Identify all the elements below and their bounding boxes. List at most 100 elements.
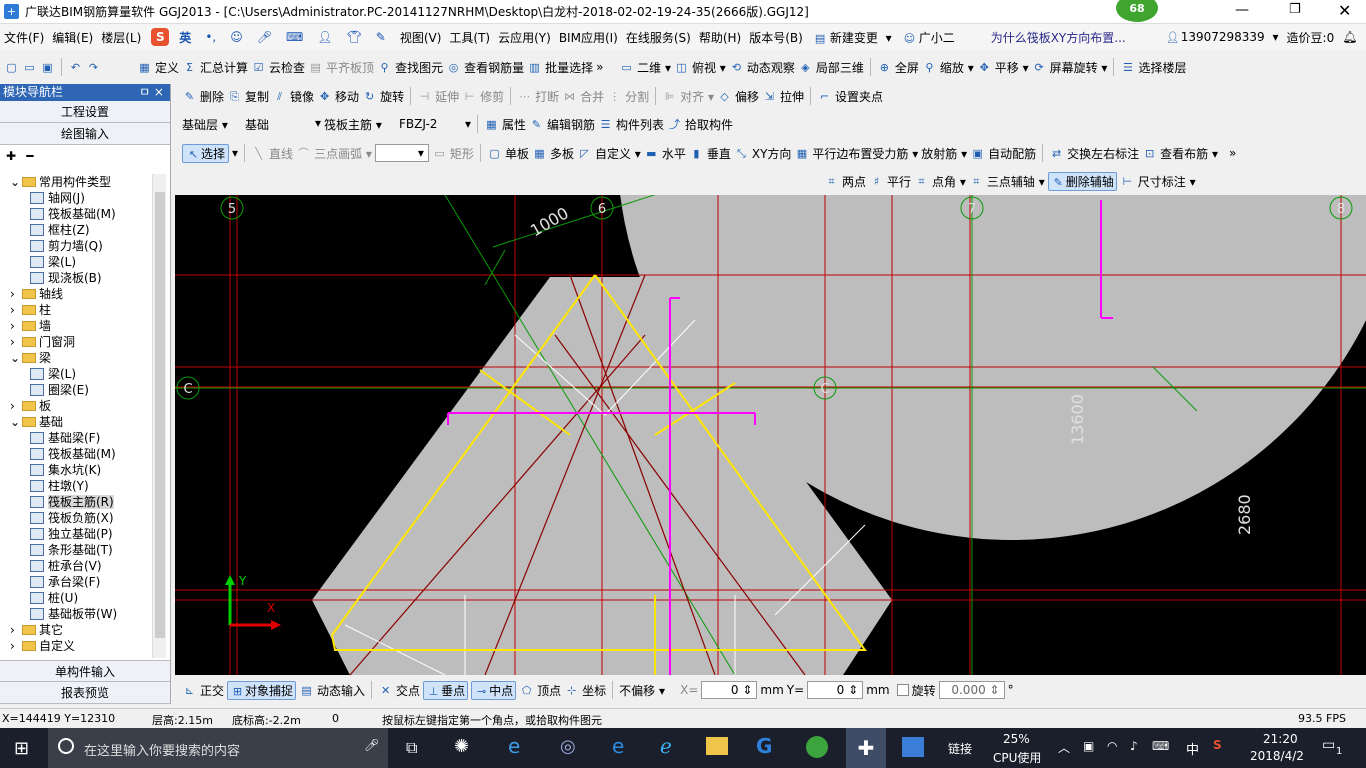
link-label[interactable]: 链接	[948, 740, 972, 757]
notification-icon[interactable]: ▭	[1322, 737, 1335, 753]
redo-icon[interactable]: ↷	[86, 60, 101, 75]
layer-select[interactable]: 基础层 ▾	[182, 116, 242, 133]
tree-item[interactable]: 梁(L)	[6, 254, 152, 270]
mic-icon[interactable]: 🎤︎	[364, 738, 379, 752]
menu-cloud[interactable]: 云应用(Y)	[494, 29, 555, 46]
tree-item[interactable]: 筏板主筋(R)	[6, 494, 152, 510]
zoom-select[interactable]: 缩放 ▾	[940, 59, 974, 76]
bell-icon[interactable]: 🔔︎	[1338, 30, 1361, 44]
view-2d-select[interactable]: 二维 ▾	[637, 59, 671, 76]
delete-button[interactable]: 删除	[200, 88, 224, 105]
explorer-icon[interactable]	[706, 737, 728, 755]
tree-item[interactable]: 条形基础(T)	[6, 542, 152, 558]
tree-item[interactable]: 桩承台(V)	[6, 558, 152, 574]
expand-icon[interactable]: ›	[10, 302, 22, 318]
mirror-button[interactable]: 镜像	[290, 88, 314, 105]
sogou-tray-icon[interactable]: S	[1213, 738, 1222, 752]
horizontal-button[interactable]: 水平	[662, 145, 686, 162]
cloud-check-button[interactable]: 云检查	[269, 59, 305, 76]
cad-drawing[interactable]: 1000 13600 2680 5 6 7 8 C C Y X	[175, 0, 1366, 695]
tree-item[interactable]: 独立基础(P)	[6, 526, 152, 542]
edge-icon[interactable]: e	[508, 734, 520, 758]
dimension-select[interactable]: 尺寸标注 ▾	[1138, 173, 1196, 190]
midpoint-button[interactable]: ⊸ 中点	[471, 680, 517, 700]
point-angle-select[interactable]: 点角 ▾	[932, 173, 966, 190]
offset-button[interactable]: 偏移	[735, 88, 759, 105]
three-point-select[interactable]: 三点辅轴 ▾	[987, 173, 1045, 190]
rotate-checkbox[interactable]	[896, 684, 909, 696]
multi-slab-button[interactable]: 多板	[550, 145, 574, 162]
expand-icon[interactable]: ›	[10, 334, 22, 350]
tree-folder[interactable]: ⌄ 基础	[6, 414, 152, 430]
task-view-icon[interactable]: ⧉	[406, 738, 417, 758]
parallel-button[interactable]: 平行	[887, 173, 911, 190]
expand-icon[interactable]: ›	[10, 398, 22, 414]
menu-version[interactable]: 版本号(B)	[745, 29, 807, 46]
radial-select[interactable]: 放射筋 ▾	[921, 145, 967, 162]
collapse-icon[interactable]: ⌄	[10, 350, 22, 366]
menu-edit[interactable]: 编辑(E)	[48, 29, 97, 46]
define-button[interactable]: 定义	[155, 59, 179, 76]
expand-icon[interactable]: ›	[10, 638, 22, 654]
rect-button[interactable]: 矩形	[450, 145, 474, 162]
tree-folder[interactable]: › 自定义	[6, 638, 152, 654]
parallel-edge-select[interactable]: 平行边布置受力筋 ▾	[812, 145, 918, 162]
vertical-button[interactable]: 垂直	[707, 145, 731, 162]
rotate-button[interactable]: 旋转	[380, 88, 404, 105]
edit-rebar-button[interactable]: 编辑钢筋	[547, 116, 595, 133]
tree-scrollbar[interactable]	[152, 174, 166, 658]
orbit-button[interactable]: 动态观察	[747, 59, 795, 76]
tree-folder[interactable]: › 柱	[6, 302, 152, 318]
new-file-icon[interactable]: ▢	[4, 60, 19, 75]
component-list-button[interactable]: 构件列表	[616, 116, 664, 133]
tree-item[interactable]: 轴网(J)	[6, 190, 152, 206]
close-button[interactable]: ✕	[1338, 1, 1351, 20]
glodon-app-icon[interactable]: ✚	[846, 728, 886, 768]
wifi-icon[interactable]: ◠	[1107, 739, 1117, 753]
move-button[interactable]: 移动	[335, 88, 359, 105]
x-input[interactable]: 0 ⇕	[701, 681, 758, 699]
tree-item[interactable]: 剪力墙(Q)	[6, 238, 152, 254]
green-app-icon[interactable]	[806, 736, 828, 758]
type-select[interactable]: 筏板主筋 ▾	[324, 116, 396, 133]
tree-item[interactable]: 柱墩(Y)	[6, 478, 152, 494]
dynamic-input-button[interactable]: 动态输入	[317, 682, 365, 699]
break-button[interactable]: 打断	[535, 88, 559, 105]
expand-icon[interactable]: ›	[10, 318, 22, 334]
collapse-all-icon[interactable]: ━	[26, 149, 33, 163]
tab-single-input[interactable]: 单构件输入	[0, 660, 170, 682]
stretch-button[interactable]: 拉伸	[780, 88, 804, 105]
offset-mode-select[interactable]: 不偏移 ▾	[619, 682, 677, 699]
menu-file[interactable]: 文件(F)	[0, 29, 48, 46]
keyboard-icon[interactable]: ⌨	[1152, 739, 1169, 753]
single-slab-button[interactable]: 单板	[505, 145, 529, 162]
tree-item[interactable]: 框柱(Z)	[6, 222, 152, 238]
network-icon[interactable]: ▣	[1083, 739, 1094, 753]
split-button[interactable]: 分割	[625, 88, 649, 105]
intersection-button[interactable]: 交点	[396, 682, 420, 699]
trim-button[interactable]: 修剪	[480, 88, 504, 105]
tree-folder[interactable]: › 其它	[6, 622, 152, 638]
tree-folder[interactable]: › 墙	[6, 318, 152, 334]
align-select[interactable]: 对齐 ▾	[680, 88, 714, 105]
auto-rebar-button[interactable]: 自动配筋	[988, 145, 1036, 162]
name-select[interactable]: FBZJ-2 ▾	[399, 117, 471, 131]
drawing-canvas[interactable]: 1000 13600 2680 5 6 7 8 C C Y X	[175, 0, 1366, 695]
tree-item[interactable]: 现浇板(B)	[6, 270, 152, 286]
volume-icon[interactable]: ♪	[1130, 739, 1138, 753]
minimize-button[interactable]: —	[1235, 2, 1249, 18]
top-view-select[interactable]: 俯视 ▾	[692, 59, 726, 76]
menu-bim[interactable]: BIM应用(I)	[555, 29, 622, 46]
pick-component-button[interactable]: 拾取构件	[685, 116, 733, 133]
menu-tools[interactable]: 工具(T)	[445, 29, 494, 46]
photo-app-icon[interactable]	[902, 737, 924, 757]
fan-app-icon[interactable]: ✺	[454, 736, 469, 757]
open-folder-icon[interactable]: ▭	[22, 60, 37, 75]
custom-select[interactable]: 自定义 ▾	[595, 145, 641, 162]
fullscreen-button[interactable]: 全屏	[895, 59, 919, 76]
tree-item[interactable]: 桩(U)	[6, 590, 152, 606]
clock-time[interactable]: 21:20	[1263, 732, 1298, 746]
tab-report-preview[interactable]: 报表预览	[0, 682, 170, 704]
perpendicular-button[interactable]: ⊥ 垂点	[423, 680, 469, 700]
align-slab-button[interactable]: 平齐板顶	[326, 59, 374, 76]
